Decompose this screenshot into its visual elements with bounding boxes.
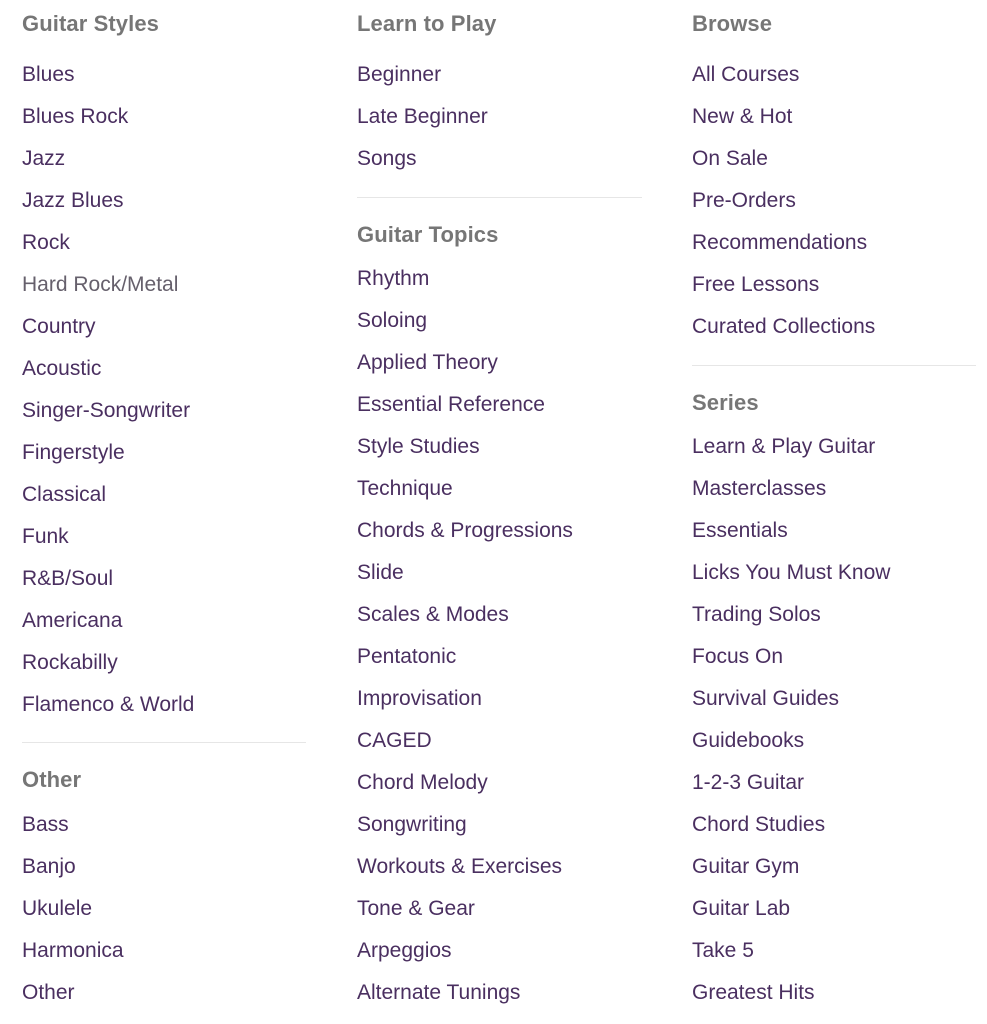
nav-link-fingerstyle[interactable]: Fingerstyle <box>22 432 194 474</box>
nav-link-focus-on[interactable]: Focus On <box>692 636 890 678</box>
nav-link-trading-solos[interactable]: Trading Solos <box>692 594 890 636</box>
section-heading-browse: Browse <box>692 11 773 36</box>
nav-link-rhythm[interactable]: Rhythm <box>357 258 573 300</box>
section-divider <box>22 742 306 743</box>
link-list-guitar-topics: Rhythm Soloing Applied Theory Essential Ref… <box>357 258 573 1014</box>
nav-link-chords-and-progressions[interactable]: Chords & Progressions <box>357 510 573 552</box>
nav-link-caged[interactable]: CAGED <box>357 720 573 762</box>
section-heading-other: Other <box>22 767 82 792</box>
nav-link-guidebooks[interactable]: Guidebooks <box>692 720 890 762</box>
nav-link-harmonica[interactable]: Harmonica <box>22 930 124 972</box>
link-list-other: Bass Banjo Ukulele Harmonica Other <box>22 804 124 1014</box>
section-heading-guitar-styles: Guitar Styles <box>22 11 160 36</box>
nav-link-other[interactable]: Other <box>22 972 124 1014</box>
nav-link-on-sale[interactable]: On Sale <box>692 138 875 180</box>
nav-link-pentatonic[interactable]: Pentatonic <box>357 636 573 678</box>
nav-link-applied-theory[interactable]: Applied Theory <box>357 342 573 384</box>
nav-link-pre-orders[interactable]: Pre-Orders <box>692 180 875 222</box>
nav-link-songwriting[interactable]: Songwriting <box>357 804 573 846</box>
nav-link-arpeggios[interactable]: Arpeggios <box>357 930 573 972</box>
nav-link-beginner[interactable]: Beginner <box>357 54 488 96</box>
nav-link-funk[interactable]: Funk <box>22 516 194 558</box>
nav-link-jazz[interactable]: Jazz <box>22 138 194 180</box>
link-list-learn-to-play: Beginner Late Beginner Songs <box>357 54 488 180</box>
nav-link-alternate-tunings[interactable]: Alternate Tunings <box>357 972 573 1014</box>
nav-link-licks-you-must-know[interactable]: Licks You Must Know <box>692 552 890 594</box>
nav-link-chord-studies[interactable]: Chord Studies <box>692 804 890 846</box>
nav-link-recommendations[interactable]: Recommendations <box>692 222 875 264</box>
link-list-browse: All Courses New & Hot On Sale Pre-Orders Rec… <box>692 54 875 348</box>
nav-link-acoustic[interactable]: Acoustic <box>22 348 194 390</box>
nav-link-all-courses[interactable]: All Courses <box>692 54 875 96</box>
nav-link-jazz-blues[interactable]: Jazz Blues <box>22 180 194 222</box>
nav-link-singer-songwriter[interactable]: Singer-Songwriter <box>22 390 194 432</box>
nav-link-scales-and-modes[interactable]: Scales & Modes <box>357 594 573 636</box>
nav-link-essential-reference[interactable]: Essential Reference <box>357 384 573 426</box>
nav-link-chord-melody[interactable]: Chord Melody <box>357 762 573 804</box>
nav-link-banjo[interactable]: Banjo <box>22 846 124 888</box>
nav-link-guitar-lab[interactable]: Guitar Lab <box>692 888 890 930</box>
nav-link-style-studies[interactable]: Style Studies <box>357 426 573 468</box>
nav-link-essentials[interactable]: Essentials <box>692 510 890 552</box>
nav-link-flamenco-and-world[interactable]: Flamenco & World <box>22 684 194 726</box>
nav-link-bass[interactable]: Bass <box>22 804 124 846</box>
nav-link-soloing[interactable]: Soloing <box>357 300 573 342</box>
nav-link-greatest-hits[interactable]: Greatest Hits <box>692 972 890 1014</box>
nav-link-guitar-gym[interactable]: Guitar Gym <box>692 846 890 888</box>
section-heading-series: Series <box>692 390 759 415</box>
nav-link-tone-and-gear[interactable]: Tone & Gear <box>357 888 573 930</box>
nav-link-classical[interactable]: Classical <box>22 474 194 516</box>
nav-link-songs[interactable]: Songs <box>357 138 488 180</box>
nav-link-take-5[interactable]: Take 5 <box>692 930 890 972</box>
nav-link-curated-collections[interactable]: Curated Collections <box>692 306 875 348</box>
nav-link-ukulele[interactable]: Ukulele <box>22 888 124 930</box>
nav-link-rockabilly[interactable]: Rockabilly <box>22 642 194 684</box>
section-heading-guitar-topics: Guitar Topics <box>357 222 499 247</box>
nav-link-blues[interactable]: Blues <box>22 54 194 96</box>
nav-link-randb-soul[interactable]: R&B/Soul <box>22 558 194 600</box>
section-divider <box>692 365 976 366</box>
nav-link-free-lessons[interactable]: Free Lessons <box>692 264 875 306</box>
nav-link-americana[interactable]: Americana <box>22 600 194 642</box>
section-divider <box>357 197 642 198</box>
nav-link-new-and-hot[interactable]: New & Hot <box>692 96 875 138</box>
nav-link-blues-rock[interactable]: Blues Rock <box>22 96 194 138</box>
nav-link-country[interactable]: Country <box>22 306 194 348</box>
nav-link-slide[interactable]: Slide <box>357 552 573 594</box>
nav-link-rock[interactable]: Rock <box>22 222 194 264</box>
nav-link-late-beginner[interactable]: Late Beginner <box>357 96 488 138</box>
nav-link-technique[interactable]: Technique <box>357 468 573 510</box>
nav-link-survival-guides[interactable]: Survival Guides <box>692 678 890 720</box>
nav-link-workouts-and-exercises[interactable]: Workouts & Exercises <box>357 846 573 888</box>
nav-link-improvisation[interactable]: Improvisation <box>357 678 573 720</box>
section-heading-learn-to-play: Learn to Play <box>357 11 497 36</box>
nav-link-masterclasses[interactable]: Masterclasses <box>692 468 890 510</box>
nav-link-learn-and-play-guitar[interactable]: Learn & Play Guitar <box>692 426 890 468</box>
nav-link-1-2-3-guitar[interactable]: 1-2-3 Guitar <box>692 762 890 804</box>
link-list-series: Learn & Play Guitar Masterclasses Essentia… <box>692 426 890 1014</box>
nav-link-hard-rock-metal[interactable]: Hard Rock/Metal <box>22 264 194 306</box>
link-list-guitar-styles: Blues Blues Rock Jazz Jazz Blues Rock Hard Ro… <box>22 54 194 726</box>
